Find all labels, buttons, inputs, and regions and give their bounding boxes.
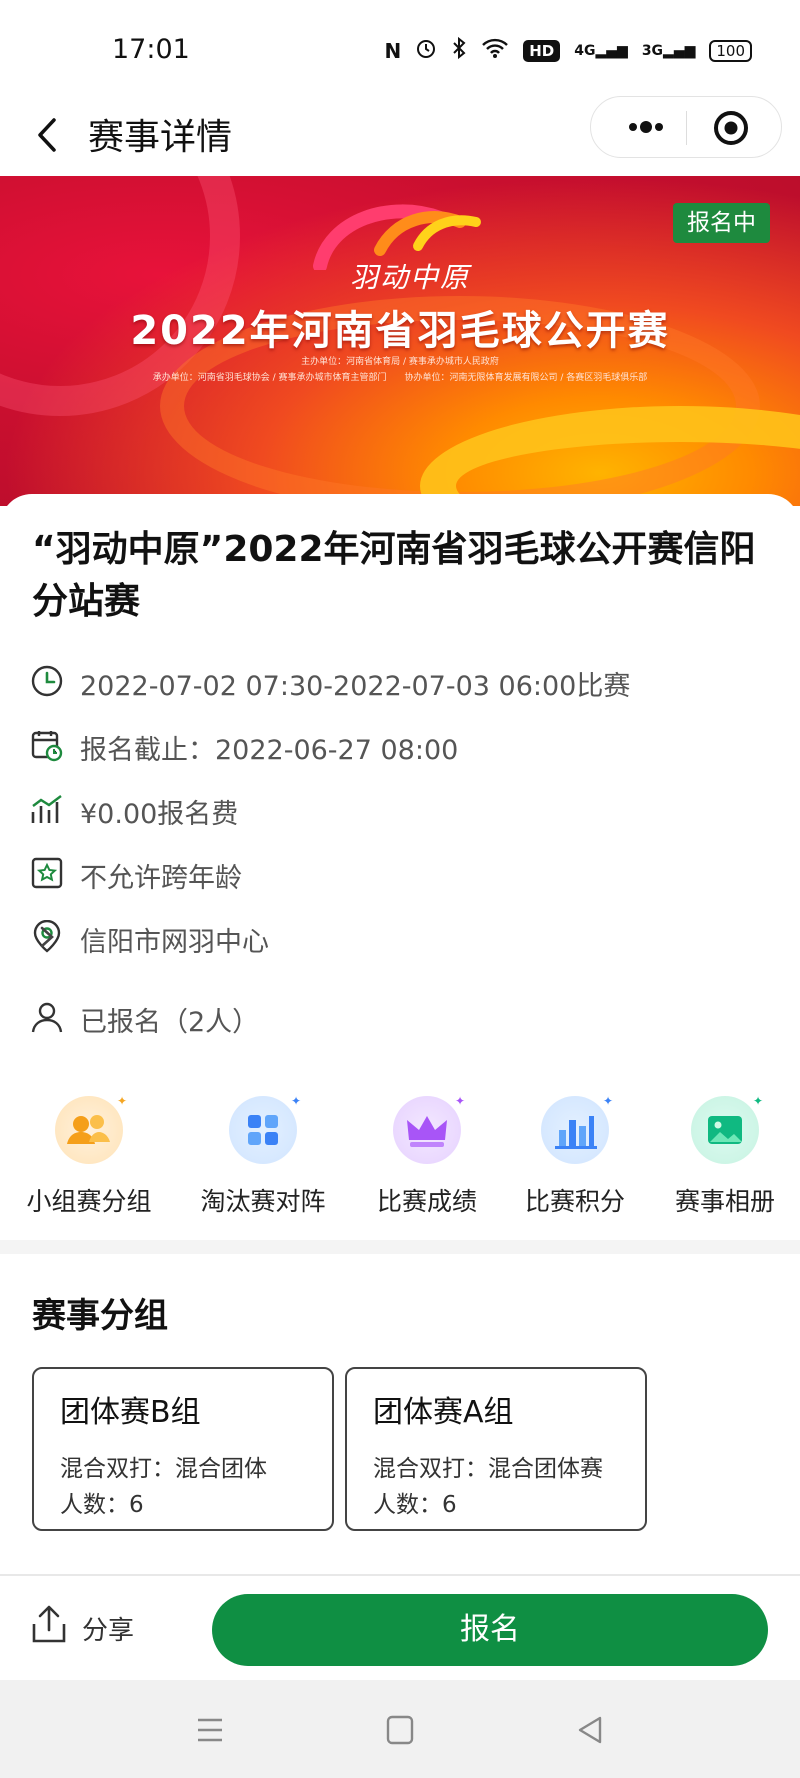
capsule-divider bbox=[686, 111, 687, 145]
nav-bar: 赛事详情 bbox=[0, 96, 800, 176]
menu-button[interactable] bbox=[190, 1712, 230, 1748]
function-label: 比赛成绩 bbox=[376, 1187, 477, 1216]
function-label: 赛事相册 bbox=[674, 1187, 775, 1216]
share-upload-icon bbox=[32, 1605, 66, 1643]
status-time: 17:01 bbox=[112, 34, 190, 65]
group-name: 团体赛B组 bbox=[60, 1395, 201, 1430]
venue-name: 信阳市网羽中心 bbox=[80, 927, 269, 958]
bottom-action-bar: 分享 报名 bbox=[0, 1574, 800, 1680]
battery-icon: 100 bbox=[709, 39, 752, 62]
bracket-grid-icon: ✦ bbox=[229, 1094, 301, 1164]
status-icons: N HD 4G▂▄▆ 3G▂▄▆ 100 bbox=[384, 36, 752, 65]
banner-organizers: 主办单位：河南省体育局 / 赛事承办城市人民政府 bbox=[301, 357, 499, 367]
groups-section-title: 赛事分组 bbox=[32, 1296, 168, 1336]
group-card[interactable]: 团体赛A组 混合双打：混合团体赛 人数：6 bbox=[345, 1367, 647, 1531]
registered-row[interactable]: 已报名（2人） bbox=[30, 996, 770, 1038]
square-home-icon bbox=[386, 1715, 414, 1745]
registration-deadline: 报名截止：2022-06-27 08:00 bbox=[80, 735, 459, 766]
knockout-bracket-button[interactable]: ✦ 淘汰赛对阵 bbox=[188, 1094, 338, 1218]
alarm-icon bbox=[415, 37, 437, 64]
system-back-button[interactable] bbox=[570, 1712, 610, 1748]
crown-icon: ✦ bbox=[393, 1094, 465, 1164]
system-nav-bar bbox=[0, 1680, 800, 1778]
registered-count: 已报名（2人） bbox=[80, 1007, 260, 1038]
signal-2-icon: 3G▂▄▆ bbox=[641, 42, 696, 59]
event-title: “羽动中原”2022年河南省羽毛球公开赛信阳分站赛 bbox=[32, 529, 756, 622]
venue-row[interactable]: 信阳市网羽中心 bbox=[30, 916, 770, 958]
match-points-button[interactable]: ✦ 比赛积分 bbox=[500, 1094, 650, 1218]
status-bar: 17:01 N HD 4G▂▄▆ 3G▂▄▆ 100 bbox=[0, 0, 800, 96]
signal-2-label: 3G bbox=[641, 42, 664, 59]
group-name: 团体赛A组 bbox=[373, 1395, 514, 1430]
photo-album-icon: ✦ bbox=[691, 1094, 763, 1164]
group-draw-button[interactable]: ✦ 小组赛分组 bbox=[14, 1094, 164, 1218]
event-time: 2022-07-02 07:30-2022-07-03 06:00比赛 bbox=[80, 671, 631, 702]
more-dots-icon bbox=[629, 121, 663, 133]
registration-status-badge: 报名中 bbox=[673, 203, 770, 243]
star-badge-icon bbox=[31, 857, 63, 889]
function-label: 淘汰赛对阵 bbox=[200, 1187, 326, 1216]
chevron-right-icon bbox=[40, 926, 54, 948]
bluetooth-icon bbox=[451, 36, 467, 65]
fee-row: ¥0.00报名费 bbox=[30, 788, 770, 830]
share-button[interactable]: 分享 bbox=[28, 1604, 168, 1654]
close-miniprogram-button[interactable] bbox=[711, 108, 751, 148]
hd-badge: HD bbox=[523, 39, 561, 62]
miniprogram-capsule bbox=[590, 96, 782, 158]
calendar-clock-icon bbox=[31, 731, 63, 762]
person-icon bbox=[31, 1002, 63, 1033]
function-label: 比赛积分 bbox=[524, 1187, 625, 1216]
group-people-icon: ✦ bbox=[55, 1094, 127, 1164]
match-results-button[interactable]: ✦ 比赛成绩 bbox=[352, 1094, 502, 1218]
signup-button[interactable]: 报名 bbox=[212, 1594, 768, 1666]
registration-fee: ¥0.00报名费 bbox=[80, 799, 239, 830]
function-label: 小组赛分组 bbox=[26, 1187, 152, 1216]
back-button[interactable] bbox=[28, 110, 68, 160]
event-album-button[interactable]: ✦ 赛事相册 bbox=[650, 1094, 800, 1218]
home-button[interactable] bbox=[380, 1712, 420, 1748]
group-count: 人数：6 bbox=[373, 1492, 457, 1518]
age-rule-row: 不允许跨年龄 bbox=[30, 852, 770, 894]
menu-lines-icon bbox=[198, 1718, 222, 1742]
wifi-icon bbox=[481, 37, 509, 64]
share-label: 分享 bbox=[82, 1616, 135, 1646]
group-type: 混合双打：混合团体赛 bbox=[373, 1456, 603, 1482]
page-title: 赛事详情 bbox=[88, 117, 233, 158]
age-rule: 不允许跨年龄 bbox=[80, 863, 242, 894]
group-type: 混合双打：混合团体 bbox=[60, 1456, 267, 1482]
signal-1-label: 4G bbox=[574, 42, 596, 59]
target-circle-icon bbox=[714, 111, 748, 145]
nfc-icon: N bbox=[384, 38, 402, 63]
trend-chart-icon bbox=[31, 795, 62, 823]
more-button[interactable] bbox=[615, 107, 675, 147]
bar-chart-icon: ✦ bbox=[541, 1094, 613, 1164]
event-time-row: 2022-07-02 07:30-2022-07-03 06:00比赛 bbox=[30, 660, 770, 702]
signal-1-icon: 4G▂▄▆ bbox=[574, 42, 628, 59]
triangle-back-icon bbox=[578, 1716, 602, 1744]
function-shortcuts: ✦ 小组赛分组 ✦ 淘汰赛对阵 ✦ 比赛成绩 ✦ 比赛积分 ✦ 赛事相册 bbox=[0, 1094, 800, 1236]
clock-icon bbox=[31, 665, 63, 697]
banner-logo-text: 羽动中原 bbox=[350, 261, 471, 294]
deadline-row: 报名截止：2022-06-27 08:00 bbox=[30, 724, 770, 766]
banner-co-organizers: 承办单位：河南省羽毛球协会 / 赛事承办城市体育主管部门 协办单位：河南无限体育… bbox=[152, 373, 648, 383]
section-divider bbox=[0, 1240, 800, 1254]
group-card[interactable]: 团体赛B组 混合双打：混合团体 人数：6 bbox=[32, 1367, 334, 1531]
group-count: 人数：6 bbox=[60, 1492, 144, 1518]
chevron-left-icon bbox=[38, 118, 56, 152]
banner-title: 2022年河南省羽毛球公开赛 bbox=[130, 308, 670, 354]
